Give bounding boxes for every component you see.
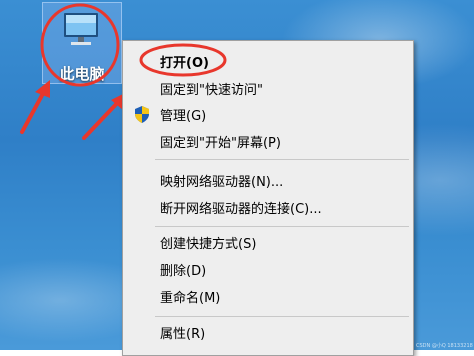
menu-item-create-shortcut[interactable]: 创建快捷方式(S): [123, 231, 413, 253]
menu-separator: [155, 226, 409, 227]
menu-item-label: 映射网络驱动器(N)...: [160, 174, 284, 190]
menu-separator: [155, 159, 409, 160]
menu-item-label: 管理(G): [160, 108, 207, 124]
menu-item-label: 属性(R): [160, 326, 206, 342]
menu-item-manage[interactable]: 管理(G): [123, 103, 413, 125]
menu-separator: [155, 316, 409, 317]
menu-item-label: 重命名(M): [160, 290, 221, 306]
menu-item-rename[interactable]: 重命名(M): [123, 285, 413, 307]
menu-item-delete[interactable]: 删除(D): [123, 258, 413, 280]
menu-item-label: 固定到"快速访问": [160, 82, 263, 98]
menu-item-pin-quick-access[interactable]: 固定到"快速访问": [123, 77, 413, 99]
this-pc-desktop-icon[interactable]: 此电脑: [42, 2, 122, 84]
menu-item-pin-start[interactable]: 固定到"开始"屏幕(P): [123, 130, 413, 152]
context-menu: 打开(O) 固定到"快速访问" 管理(G) 固定到"开始"屏幕(P) 映射网络驱…: [122, 40, 414, 356]
computer-icon: [64, 13, 98, 45]
this-pc-label: 此电脑: [59, 65, 105, 83]
menu-item-disconnect-network-drive[interactable]: 断开网络驱动器的连接(C)...: [123, 196, 413, 218]
menu-item-map-network-drive[interactable]: 映射网络驱动器(N)...: [123, 169, 413, 191]
menu-item-label: 固定到"开始"屏幕(P): [160, 135, 281, 151]
shield-icon: [135, 106, 149, 123]
watermark: CSDN @小Q 18133218: [416, 343, 473, 349]
menu-item-properties[interactable]: 属性(R): [123, 321, 413, 343]
menu-item-label: 删除(D): [160, 263, 207, 279]
menu-item-label: 创建快捷方式(S): [160, 236, 257, 252]
menu-item-open[interactable]: 打开(O): [123, 50, 413, 72]
menu-item-label: 打开(O): [160, 55, 209, 71]
menu-item-label: 断开网络驱动器的连接(C)...: [160, 201, 322, 217]
